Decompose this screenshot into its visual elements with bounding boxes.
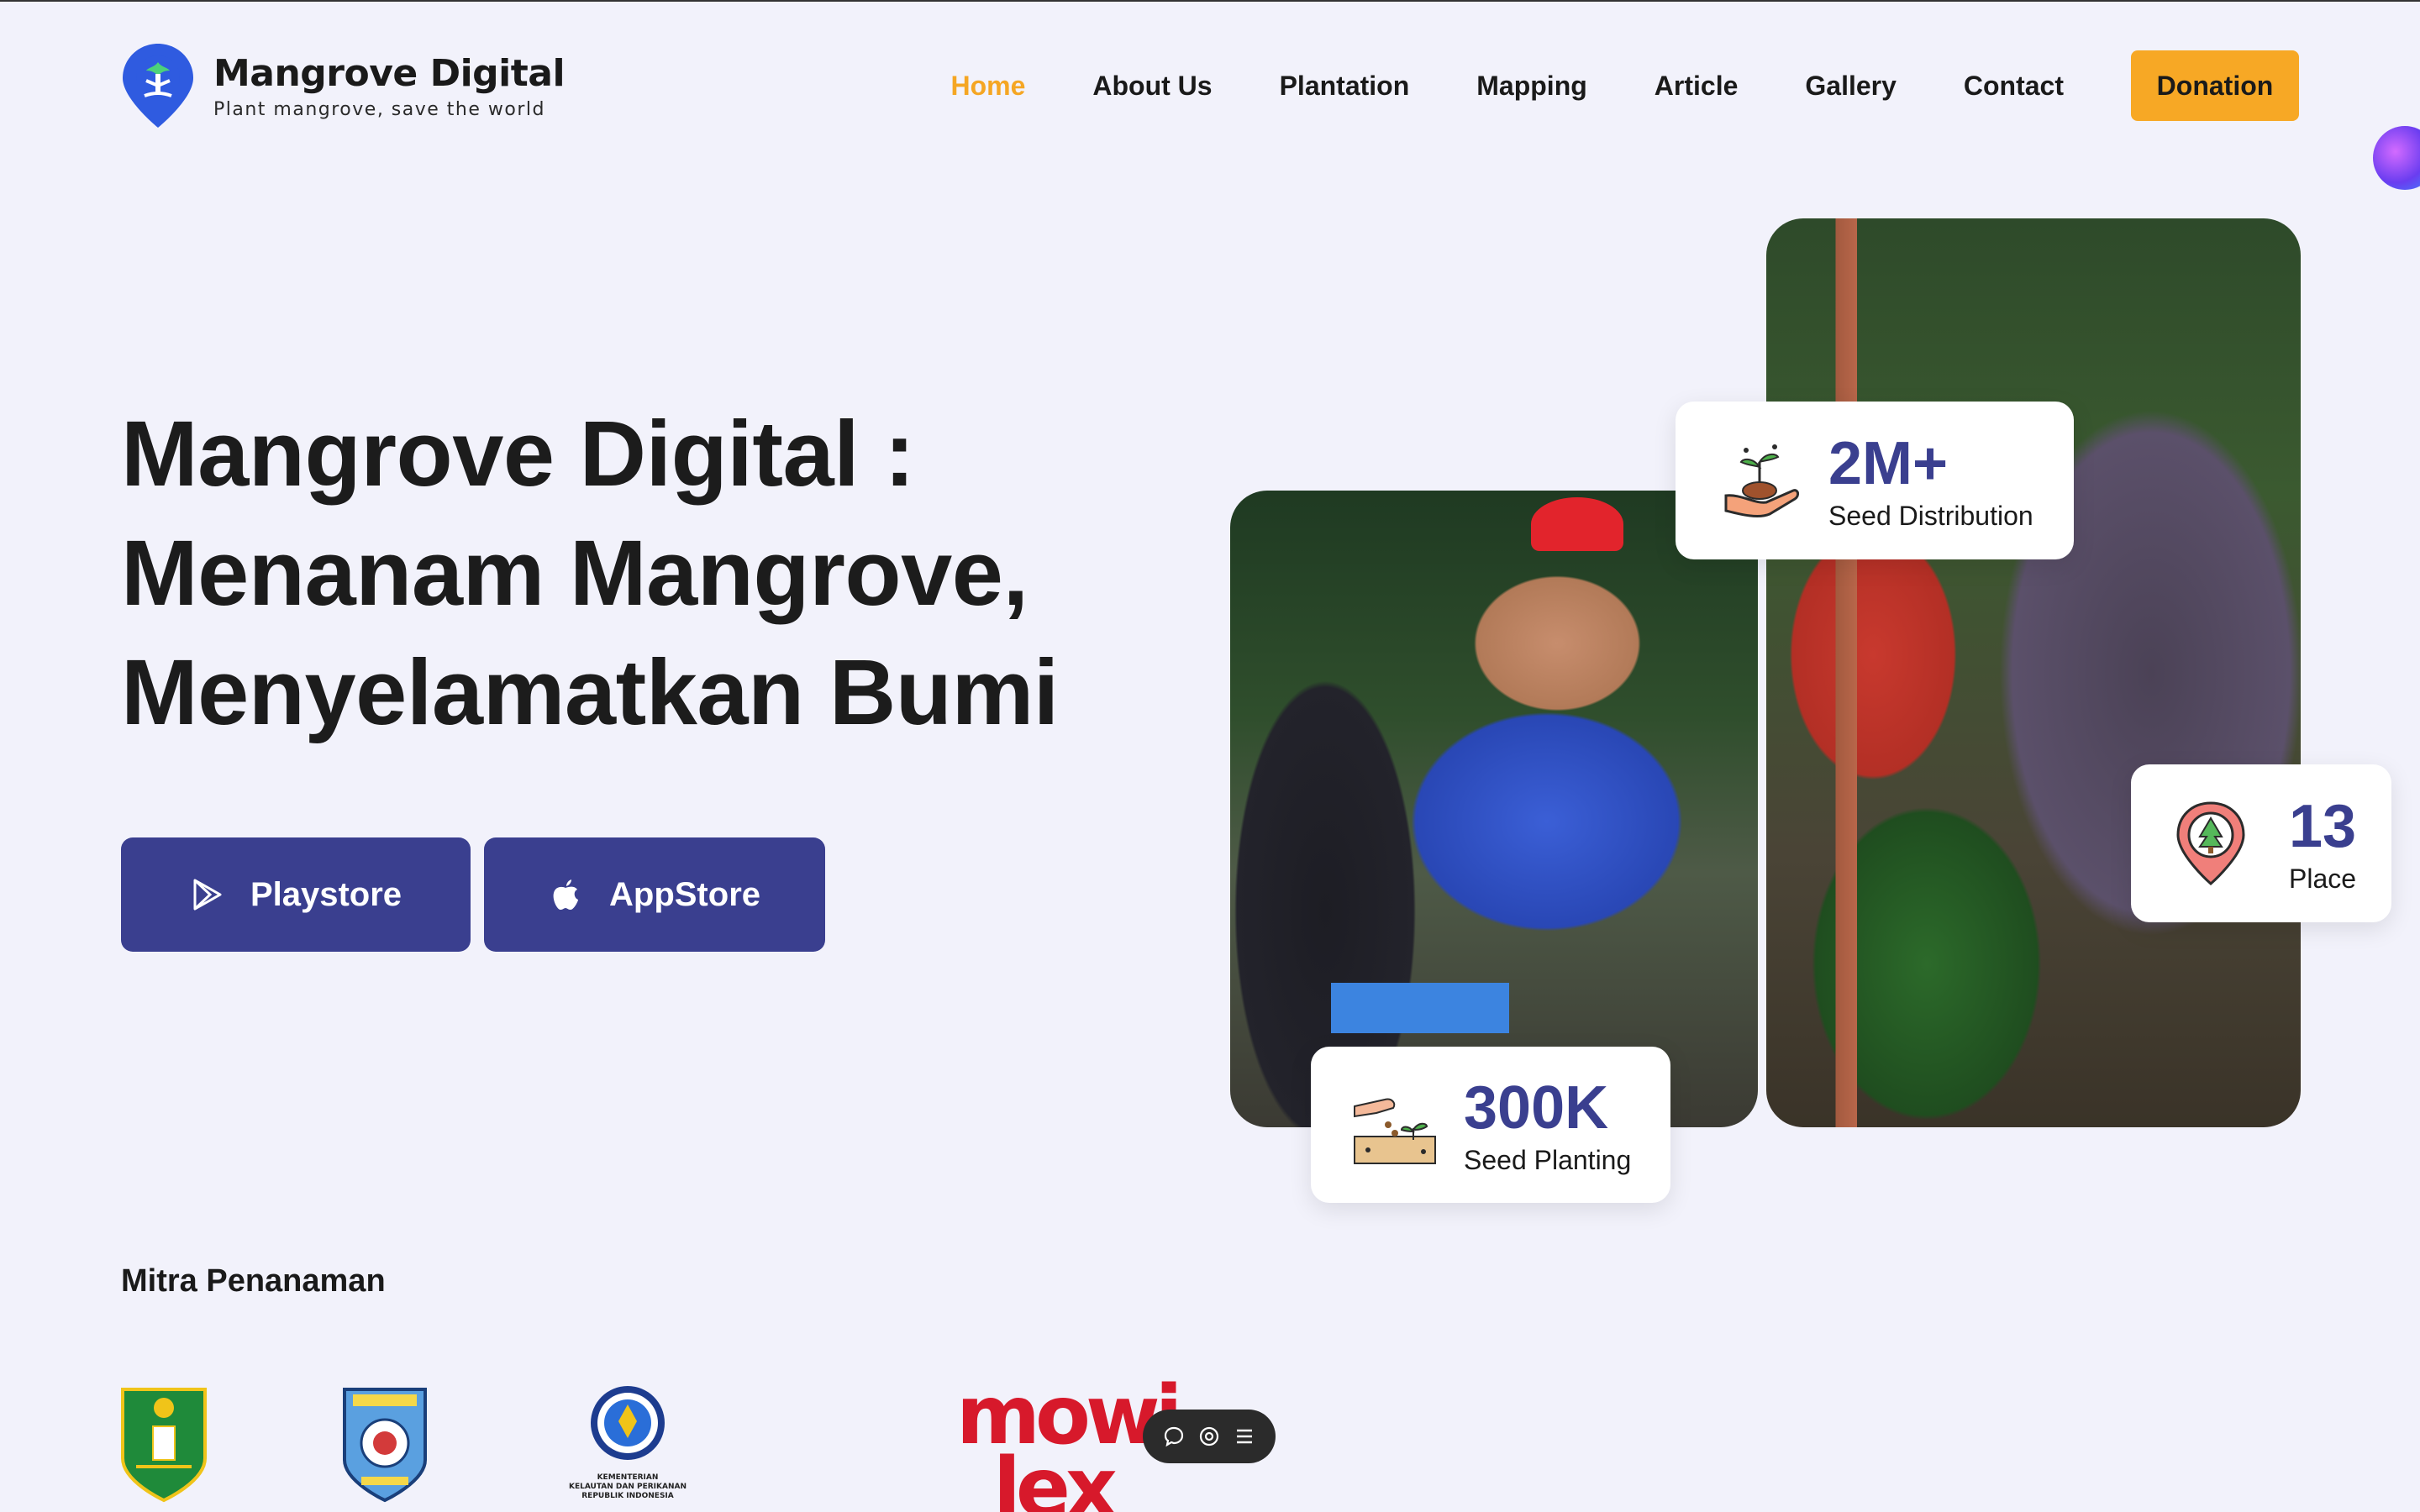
menu-icon[interactable] (1233, 1425, 1256, 1448)
stat-seed-planting-value: 300K (1464, 1074, 1609, 1142)
eye-icon[interactable] (1197, 1425, 1221, 1448)
apple-icon (549, 878, 582, 911)
tree-location-pin-icon (2173, 800, 2260, 887)
partners-title: Mitra Penanaman (121, 1263, 386, 1299)
playstore-label: Playstore (250, 875, 402, 913)
hero-title-line-1: Mangrove Digital : (121, 402, 915, 506)
comment-icon[interactable] (1162, 1425, 1186, 1448)
nav-home[interactable]: Home (950, 71, 1025, 102)
main-nav: Home About Us Plantation Mapping Article… (950, 50, 2299, 121)
nav-article[interactable]: Article (1655, 71, 1739, 102)
hero-title-line-2: Menanam Mangrove, (121, 522, 1028, 625)
stat-place: 13 Place (2131, 764, 2391, 922)
seed-planting-icon (1351, 1081, 1439, 1168)
brand-logo[interactable]: Mangrove Digital Plant mangrove, save th… (121, 42, 566, 129)
partner-kabupaten-emblem[interactable] (341, 1383, 429, 1504)
stat-seed-distribution-label: Seed Distribution (1828, 500, 2033, 531)
stat-place-label: Place (2289, 863, 2357, 894)
store-buttons: Playstore AppStore (121, 837, 825, 952)
partner-kkp-caption: KEMENTERIAN KELAUTAN DAN PERIKANAN REPUB… (561, 1473, 694, 1501)
stat-seed-distribution-value: 2M+ (1828, 429, 1949, 497)
nav-mapping[interactable]: Mapping (1476, 71, 1587, 102)
appstore-label: AppStore (609, 875, 760, 913)
nav-plantation[interactable]: Plantation (1280, 71, 1410, 102)
hero-title-line-3: Menyelamatkan Bumi (121, 641, 1059, 744)
playstore-button[interactable]: Playstore (121, 837, 471, 952)
brand-title: Mangrove Digital (213, 51, 566, 95)
brand-tagline: Plant mangrove, save the world (213, 98, 545, 120)
partner-kkp-logo[interactable]: KEMENTERIAN KELAUTAN DAN PERIKANAN REPUB… (561, 1384, 694, 1502)
assistant-widget-icon[interactable] (2373, 126, 2420, 190)
stat-seed-planting-label: Seed Planting (1464, 1144, 1632, 1175)
nav-gallery[interactable]: Gallery (1805, 71, 1897, 102)
partner-kalbar-emblem[interactable] (119, 1383, 208, 1504)
appstore-button[interactable]: AppStore (484, 837, 825, 952)
floating-toolbar (1143, 1410, 1276, 1463)
kkp-caption-line-1: KEMENTERIAN (597, 1473, 659, 1482)
nav-contact[interactable]: Contact (1964, 71, 2064, 102)
hero-title: Mangrove Digital : Menanam Mangrove, Men… (121, 395, 1163, 753)
nav-about-us[interactable]: About Us (1092, 71, 1212, 102)
plant-in-hand-icon (1716, 437, 1803, 524)
stat-seed-planting: 300K Seed Planting (1311, 1047, 1670, 1203)
photo-red-cap (1531, 497, 1623, 551)
mangrove-pin-icon (121, 42, 195, 129)
kkp-caption-line-2: KELAUTAN DAN PERIKANAN (568, 1483, 687, 1491)
kkp-caption-line-3: REPUBLIK INDONESIA (581, 1492, 674, 1500)
play-store-icon (190, 878, 224, 911)
planting-photo-closeup (1766, 218, 2301, 1127)
photo-name-sign (1331, 983, 1509, 1033)
stat-seed-distribution: 2M+ Seed Distribution (1676, 402, 2074, 559)
donation-button[interactable]: Donation (2131, 50, 2299, 121)
partner-mowilex-logo[interactable]: mowi lex (956, 1375, 1183, 1512)
stat-place-value: 13 (2289, 792, 2357, 860)
